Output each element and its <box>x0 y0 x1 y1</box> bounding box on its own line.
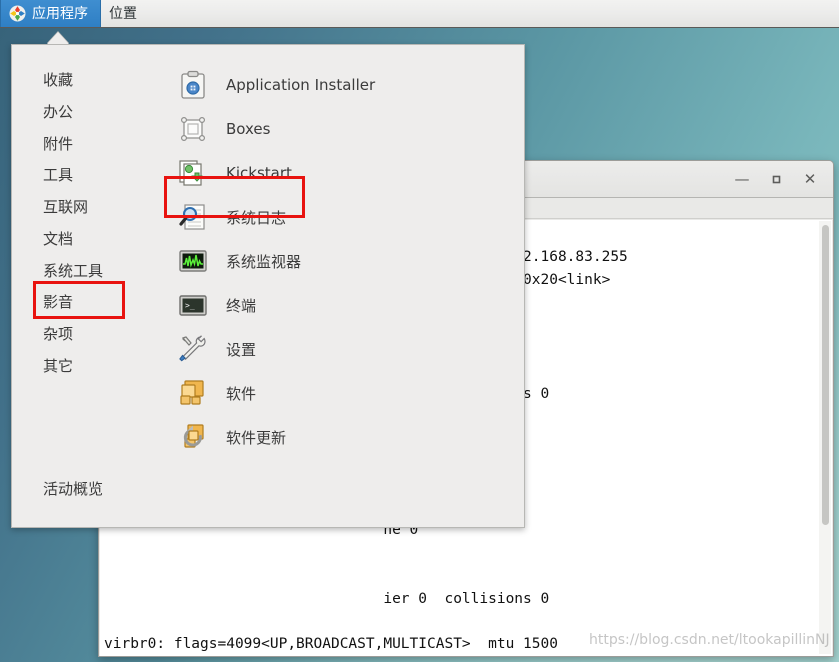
applications-menu-button[interactable]: 应用程序 <box>0 0 101 27</box>
applications-menu-label: 应用程序 <box>32 5 88 22</box>
terminal-scrollbar[interactable] <box>819 221 831 654</box>
terminal-icon: >_ <box>177 289 209 321</box>
menu-app-software[interactable]: 软件 <box>159 371 524 415</box>
menu-category-favorites[interactable]: 收藏 <box>12 65 158 97</box>
package-installer-icon <box>177 69 209 101</box>
menu-pointer-arrow <box>47 32 69 44</box>
menu-app-label: 软件更新 <box>226 428 287 447</box>
menu-app-label: 软件 <box>226 384 257 403</box>
menu-category-accessories[interactable]: 附件 <box>12 129 158 161</box>
menu-app-label: 系统日志 <box>226 208 287 227</box>
menu-category-multimedia[interactable]: 影音 <box>12 287 158 319</box>
menu-app-terminal[interactable]: >_ 终端 <box>159 283 524 327</box>
software-update-icon <box>177 421 209 453</box>
places-menu-button[interactable]: 位置 <box>101 0 149 27</box>
fedora-apps-icon <box>9 5 26 22</box>
menu-app-label: 系统监视器 <box>226 252 302 271</box>
maximize-icon <box>772 175 780 183</box>
menu-application-list: Application Installer Boxes Kickstart 系统… <box>159 45 524 527</box>
boxes-icon <box>177 113 209 145</box>
menu-app-software-update[interactable]: 软件更新 <box>159 415 524 459</box>
minimize-button[interactable]: — <box>725 165 759 193</box>
menu-app-system-monitor[interactable]: 系统监视器 <box>159 239 524 283</box>
menu-category-documents[interactable]: 文档 <box>12 224 158 256</box>
top-panel: 应用程序 位置 <box>0 0 839 28</box>
maximize-button[interactable] <box>759 165 793 193</box>
places-menu-label: 位置 <box>109 5 137 22</box>
activities-overview-label[interactable]: 活动概览 <box>43 478 103 499</box>
watermark-text: https://blog.csdn.net/ltookapillinNJ <box>589 632 830 648</box>
close-button[interactable]: ✕ <box>793 165 827 193</box>
menu-app-label: Kickstart <box>226 164 292 182</box>
terminal-scrollbar-thumb[interactable] <box>822 225 829 525</box>
menu-category-tools[interactable]: 工具 <box>12 160 158 192</box>
menu-app-settings[interactable]: 设置 <box>159 327 524 371</box>
menu-app-system-log[interactable]: 系统日志 <box>159 195 524 239</box>
svg-text:>_: >_ <box>185 301 195 310</box>
system-monitor-icon <box>177 245 209 277</box>
menu-app-kickstart[interactable]: Kickstart <box>159 151 524 195</box>
menu-app-label: Boxes <box>226 120 271 138</box>
settings-icon <box>177 333 209 365</box>
menu-category-office[interactable]: 办公 <box>12 97 158 129</box>
menu-category-misc[interactable]: 杂项 <box>12 319 158 351</box>
system-log-icon <box>177 201 209 233</box>
menu-app-boxes[interactable]: Boxes <box>159 107 524 151</box>
software-icon <box>177 377 209 409</box>
menu-category-system-tools[interactable]: 系统工具 <box>12 256 158 288</box>
menu-category-internet[interactable]: 互联网 <box>12 192 158 224</box>
kickstart-icon <box>177 157 209 189</box>
menu-category-list: 收藏 办公 附件 工具 互联网 文档 系统工具 影音 杂项 其它 活动概览 <box>12 45 159 527</box>
menu-category-other[interactable]: 其它 <box>12 351 158 383</box>
menu-app-application-installer[interactable]: Application Installer <box>159 63 524 107</box>
applications-menu-popup: 收藏 办公 附件 工具 互联网 文档 系统工具 影音 杂项 其它 活动概览 Ap… <box>11 44 525 528</box>
menu-app-label: Application Installer <box>226 76 376 94</box>
menu-app-label: 设置 <box>226 340 257 359</box>
menu-app-label: 终端 <box>226 296 257 315</box>
desktop-screen: 应用程序 位置 — ✕ T> mtu 1500 <box>0 0 839 662</box>
